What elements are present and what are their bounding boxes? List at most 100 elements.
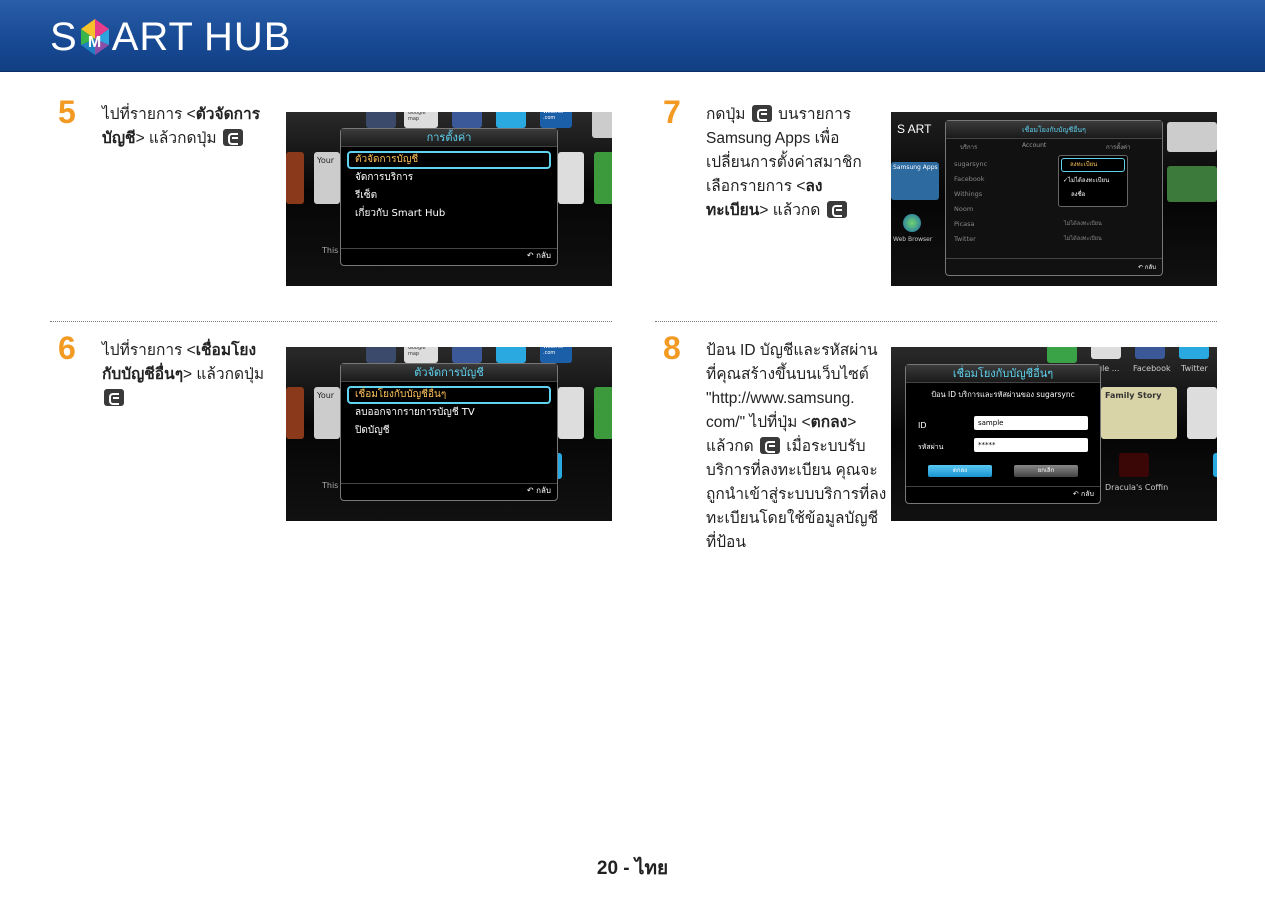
tile-label: This bbox=[322, 481, 339, 490]
menu-item-not-registered[interactable]: ✓ไม่ได้ลงทะเบียน bbox=[1059, 174, 1127, 188]
step-8-line5b: เมื่อระบบรับ bbox=[786, 438, 866, 455]
tile bbox=[1213, 453, 1217, 477]
col-account: Account bbox=[1022, 142, 1047, 149]
divider bbox=[341, 483, 557, 484]
password-field[interactable]: ***** bbox=[974, 438, 1088, 452]
menu-item-register[interactable]: ลงทะเบียน bbox=[1061, 158, 1125, 172]
tile-label: Weather .com bbox=[543, 347, 565, 356]
dialog-title: เชื่อมโยงกับบัญชีอื่นๆ bbox=[946, 121, 1162, 139]
menu-item-sign-in[interactable]: ลงชื่อ bbox=[1059, 188, 1127, 202]
step-7-line5: > แล้วกด bbox=[759, 202, 821, 219]
step-number-6: 6 bbox=[58, 330, 76, 366]
tile-label: Samsung Apps bbox=[893, 164, 938, 171]
step-8-bold: ตกลง bbox=[810, 414, 848, 431]
facebook-tile bbox=[1135, 347, 1165, 359]
step-8-line9: ที่ป้อน bbox=[706, 534, 746, 551]
your-tile: Your bbox=[314, 152, 340, 204]
id-field[interactable]: sample bbox=[974, 416, 1088, 430]
service-item[interactable]: sugarsync bbox=[954, 157, 1014, 172]
screenshot-step-8: gle ... Facebook Twitter Family Story Dr… bbox=[891, 347, 1217, 521]
tile-label: This bbox=[322, 246, 339, 255]
back-label: กลับ bbox=[536, 486, 551, 495]
step-5-text: ไปที่รายการ <ตัวจัดการ บัญชี> แล้วกดปุ่ม bbox=[102, 103, 282, 151]
tv-logo: S ART bbox=[897, 122, 932, 136]
status-list: ไม่ได้ลงทะเบียน ไม่ได้ลงทะเบียน bbox=[1064, 217, 1102, 247]
dialog-title: เชื่อมโยงกับบัญชีอื่นๆ bbox=[906, 365, 1100, 383]
tile bbox=[1167, 122, 1217, 152]
step-8-line5a: แล้วกด bbox=[706, 438, 754, 455]
samsung-apps-tile: Samsung Apps bbox=[891, 162, 939, 200]
twitter-tile bbox=[496, 112, 526, 128]
menu-item-manage-services[interactable]: จัดการบริการ bbox=[341, 169, 557, 187]
tile-label: Google map bbox=[408, 112, 426, 122]
ok-button[interactable]: ตกลง bbox=[928, 465, 992, 477]
service-list: sugarsync Facebook Withings Noom Picasa … bbox=[954, 157, 1014, 247]
menu-item-account-manager[interactable]: ตัวจัดการบัญชี bbox=[347, 151, 551, 169]
step-5-bold2: บัญชี bbox=[102, 130, 136, 147]
account-manager-dialog: ตัวจัดการบัญชี เชื่อมโยงกับบัญชีอื่นๆ ลบ… bbox=[340, 363, 558, 501]
back-label: กลับ bbox=[1144, 264, 1156, 271]
tile bbox=[1167, 166, 1217, 202]
tile bbox=[286, 152, 304, 204]
enter-key-icon bbox=[759, 437, 780, 454]
tile bbox=[558, 152, 584, 204]
tile-label: Your bbox=[317, 156, 335, 165]
menu-item-reset[interactable]: รีเซ็ต bbox=[341, 187, 557, 205]
step-8-line4-end: > bbox=[847, 414, 857, 431]
step-5-bold1: ตัวจัดการ bbox=[195, 106, 261, 123]
step-7-line1b: บนรายการ bbox=[778, 106, 852, 123]
tile bbox=[366, 347, 396, 363]
enter-key-icon bbox=[104, 389, 124, 406]
step-7-line1a: กดปุ่ม bbox=[706, 106, 746, 123]
tile bbox=[366, 112, 396, 128]
menu-item-about[interactable]: เกี่ยวกับ Smart Hub bbox=[341, 205, 557, 223]
tile-label: Google map bbox=[408, 347, 426, 357]
dialog-title: ตัวจัดการบัญชี bbox=[341, 364, 557, 382]
cancel-button[interactable]: ยกเลิก bbox=[1014, 465, 1078, 477]
column-headers: บริการ Account การตั้งค่า bbox=[946, 139, 1162, 153]
enter-key-icon bbox=[826, 201, 847, 218]
tile-label: Facebook bbox=[1133, 364, 1171, 373]
service-item[interactable]: Noom bbox=[954, 202, 1014, 217]
back-button[interactable]: ↶ กลับ bbox=[527, 484, 551, 497]
step-8-line8: ทะเบียนโดยใช้ข้อมูลบัญชี bbox=[706, 510, 879, 527]
logo-letter-s: S bbox=[50, 14, 78, 59]
tile-label: Family Story bbox=[1105, 391, 1162, 400]
step-7-line4: เลือกรายการ < bbox=[706, 178, 806, 195]
service-item[interactable]: Picasa bbox=[954, 217, 1014, 232]
dialog-title: การตั้งค่า bbox=[341, 129, 557, 147]
twitter-tile bbox=[1179, 347, 1209, 359]
step-7-line3: เปลี่ยนการตั้งค่าสมาชิก bbox=[706, 154, 862, 171]
tile-label: Your bbox=[317, 391, 335, 400]
id-label: ID bbox=[918, 421, 927, 430]
back-button[interactable]: ↶ กลับ bbox=[1073, 489, 1094, 500]
weather-tile: Weather .com bbox=[540, 347, 572, 363]
step-6-line1: ไปที่รายการ < bbox=[102, 342, 196, 359]
svg-text:M: M bbox=[88, 34, 102, 51]
tile bbox=[592, 112, 612, 138]
service-item[interactable]: Twitter bbox=[954, 232, 1014, 247]
google-map-tile: Google map bbox=[404, 347, 438, 363]
step-8-line1: ป้อน ID บัญชีและรหัสผ่าน bbox=[706, 342, 878, 359]
step-number-8: 8 bbox=[663, 330, 681, 366]
step-6-bold2: กับบัญชีอื่นๆ bbox=[102, 366, 184, 383]
step-6-line2: > แล้วกดปุ่ม bbox=[183, 366, 265, 383]
back-button[interactable]: ↶ กลับ bbox=[1138, 262, 1156, 272]
back-button[interactable]: ↶ กลับ bbox=[527, 249, 551, 262]
menu-item-link-accounts[interactable]: เชื่อมโยงกับบัญชีอื่นๆ bbox=[347, 386, 551, 404]
google-map-tile: Google map bbox=[404, 112, 438, 128]
facebook-tile bbox=[452, 112, 482, 128]
menu-item-remove-from-list[interactable]: ลบออกจากรายการบัญชี TV bbox=[341, 404, 557, 422]
col-service: บริการ bbox=[960, 144, 978, 151]
tile bbox=[594, 152, 612, 204]
service-item[interactable]: Withings bbox=[954, 187, 1014, 202]
login-prompt: ป้อน ID บริการและรหัสผ่านของ sugarsync bbox=[931, 390, 1075, 399]
tile-label: Weather .com bbox=[543, 112, 565, 121]
header-bar: S M ART HUB bbox=[0, 0, 1265, 72]
step-6-text: ไปที่รายการ <เชื่อมโยง กับบัญชีอื่นๆ> แล… bbox=[102, 339, 282, 411]
service-item[interactable]: Facebook bbox=[954, 172, 1014, 187]
screenshot-step-6: Google map Weather .com Your This ตัวจัด… bbox=[286, 347, 612, 521]
tile bbox=[1047, 347, 1077, 363]
logo-gem-icon: M bbox=[79, 17, 111, 57]
menu-item-close-account[interactable]: ปิดบัญชี bbox=[341, 422, 557, 440]
